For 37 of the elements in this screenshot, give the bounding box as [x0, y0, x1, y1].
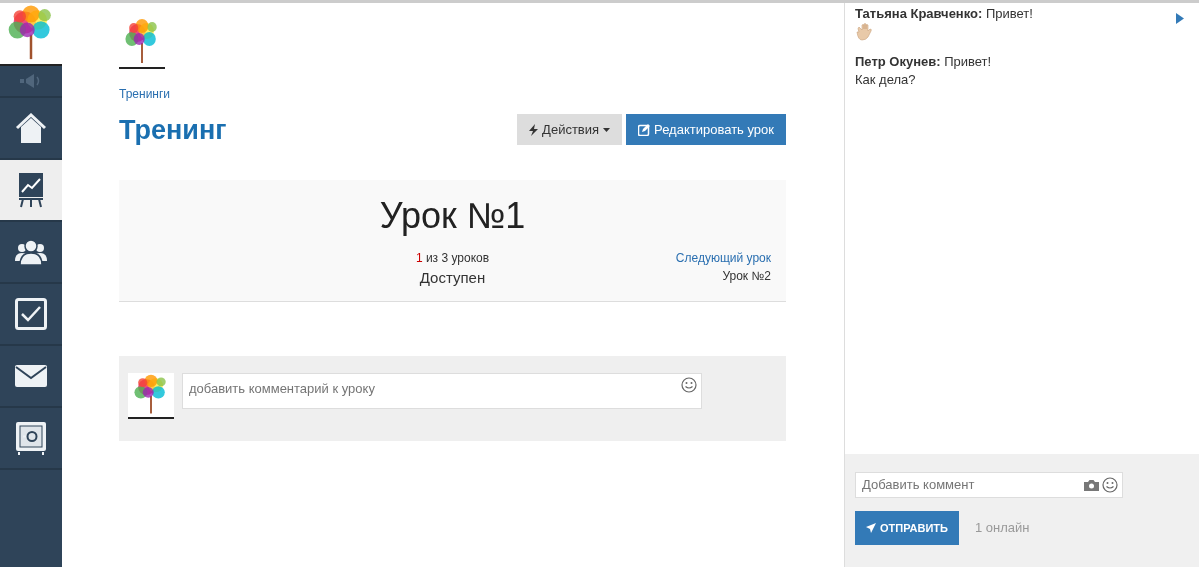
mail-icon	[15, 365, 47, 387]
edit-lesson-button[interactable]: Редактировать урок	[626, 113, 786, 146]
send-button[interactable]: ОТПРАВИТЬ	[855, 510, 959, 545]
chart-board-icon	[18, 172, 44, 208]
edit-icon	[638, 123, 651, 136]
page-title: Тренинг	[119, 113, 227, 146]
smiley-icon	[681, 376, 697, 393]
chat-input-field[interactable]: Добавить коммент	[860, 473, 1081, 496]
checkbox-icon	[15, 298, 47, 330]
people-icon	[15, 239, 47, 265]
message-text: Как дела?	[855, 70, 917, 89]
speaker-icon	[20, 74, 42, 88]
sidebar-item[interactable]	[0, 160, 62, 222]
next-lesson-link[interactable]: Следующий урок	[675, 251, 771, 266]
message-author: Татьяна Кравченко:	[855, 6, 983, 21]
caret-icon	[603, 127, 611, 132]
lightning-icon	[529, 123, 539, 136]
chat-input-box[interactable]: Добавить коммент	[855, 471, 1123, 498]
home-icon	[15, 113, 47, 143]
comment-box[interactable]: добавить комментарий к уроку	[182, 372, 702, 409]
camera-icon	[1084, 478, 1099, 491]
message-text: Привет!	[984, 6, 1033, 21]
paper-plane-icon	[866, 522, 876, 533]
comment-field[interactable]: добавить комментарий к уроку	[187, 376, 681, 405]
message-text: Привет!	[943, 54, 992, 70]
collapse-arrow-icon[interactable]	[1176, 13, 1184, 24]
next-lesson-title: Урок №2	[721, 268, 771, 286]
progress-text: из 3 уроков	[425, 251, 490, 266]
lesson-title: Урок №1	[378, 193, 527, 238]
online-count: 1 онлайн	[975, 519, 1030, 537]
breadcrumb-link[interactable]: Тренинги	[119, 85, 171, 103]
actions-button[interactable]: Действия	[517, 113, 623, 146]
progress-current: 1	[415, 251, 423, 266]
message-author: Петр Окунев:	[855, 54, 941, 70]
smiley-icon	[1102, 476, 1118, 493]
lesson-status: Доступен	[418, 268, 487, 289]
safe-icon	[15, 421, 47, 455]
